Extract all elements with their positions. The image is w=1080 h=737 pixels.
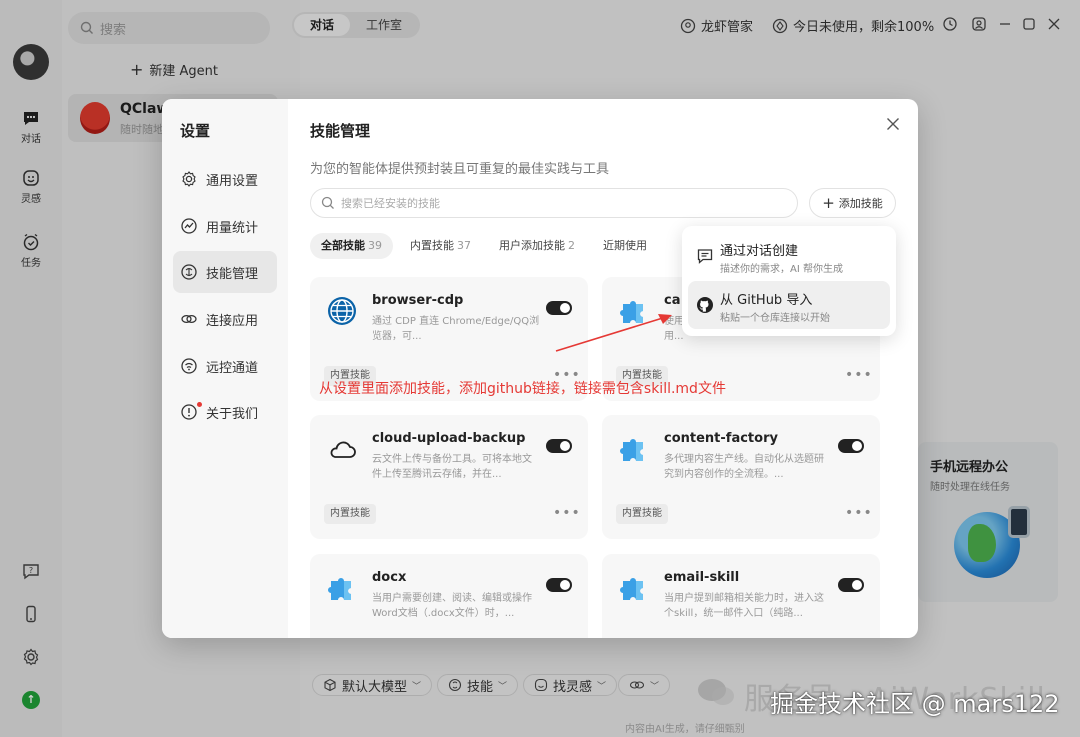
skill-card[interactable]: email-skill 当用户提到邮箱相关能力时，进入这个skill，统一邮件入…: [602, 554, 880, 638]
skill-description: 多代理内容生产线。自动化从选题研究到内容创作的全流程。...: [664, 454, 824, 480]
skill-card[interactable]: docx 当用户需要创建、阅读、编辑或操作Word文档（.docx文件）时，..…: [310, 554, 588, 638]
menu-item-title: 通过对话创建: [720, 244, 799, 259]
skill-toggle[interactable]: [838, 439, 864, 453]
chat-bubble-icon: [697, 249, 713, 264]
chart-icon: [181, 218, 197, 234]
menu-item-subtitle: 粘贴一个仓库连接以开始: [720, 313, 830, 324]
skills-panel: 技能管理 为您的智能体提供预封装且可重复的最佳实践与工具 搜索已经安装的技能 +…: [288, 99, 918, 638]
nav-connect-apps[interactable]: 连接应用: [173, 298, 277, 340]
more-icon[interactable]: •••: [845, 505, 873, 521]
puzzle-icon: [328, 578, 351, 600]
filter-recent-label: 近期使用: [603, 239, 647, 252]
search-icon: [321, 196, 334, 209]
nav-remote-channel[interactable]: 远控通道: [173, 345, 277, 387]
annotation-text: 从设置里面添加技能，添加github链接，链接需包含skill.md文件: [319, 381, 726, 397]
add-skill-button[interactable]: + 添加技能: [809, 188, 896, 218]
filter-user-count: 2: [568, 239, 575, 252]
skill-card[interactable]: cloud-upload-backup 云文件上传与备份工具。可将本地文件上传至…: [310, 415, 588, 539]
skill-name: browser-cdp: [372, 293, 464, 308]
skill-name: cloud-upload-backup: [372, 431, 526, 446]
skill-search-placeholder: 搜索已经安装的技能: [341, 197, 440, 210]
filter-recent[interactable]: 近期使用: [592, 233, 658, 259]
filter-builtin-label: 内置技能: [410, 239, 454, 252]
filter-user-added[interactable]: 用户添加技能 2: [488, 233, 586, 259]
skill-description: 当用户提到邮箱相关能力时，进入这个skill，统一邮件入口（纯路...: [664, 593, 824, 619]
skill-badge: 内置技能: [324, 504, 376, 524]
nav-usage-label: 用量统计: [206, 220, 259, 236]
filter-all-label: 全部技能: [321, 239, 365, 252]
globe-icon: [328, 297, 356, 325]
skill-description: 云文件上传与备份工具。可将本地文件上传至腾讯云存储，并在...: [372, 454, 532, 480]
wechat-logo-icon: [698, 679, 734, 705]
github-icon: [697, 297, 713, 313]
notification-dot: [197, 402, 202, 407]
gear-icon: [182, 171, 196, 187]
info-icon: [181, 404, 197, 420]
annotation-arrow: [555, 314, 672, 352]
credit-watermark: 掘金技术社区 @ mars122: [770, 690, 1060, 718]
nav-usage-stats[interactable]: 用量统计: [173, 205, 277, 247]
menu-item-create-via-chat[interactable]: 通过对话创建 描述你的需求，AI 帮你生成: [688, 232, 890, 280]
nav-connect-label: 连接应用: [206, 313, 259, 329]
skill-card[interactable]: content-factory 多代理内容生产线。自动化从选题研究到内容创作的全…: [602, 415, 880, 539]
skill-name: email-skill: [664, 570, 740, 585]
close-icon[interactable]: [884, 115, 902, 133]
skills-title: 技能管理: [310, 122, 371, 140]
menu-item-import-github[interactable]: 从 GitHub 导入 粘贴一个仓库连接以开始: [688, 281, 890, 329]
settings-title: 设置: [180, 122, 211, 140]
skill-name: docx: [372, 570, 407, 585]
skill-search-input[interactable]: 搜索已经安装的技能: [310, 188, 798, 218]
skill-toggle[interactable]: [546, 439, 572, 453]
remote-icon: [181, 358, 197, 374]
add-skill-menu: 通过对话创建 描述你的需求，AI 帮你生成 从 GitHub 导入 粘贴一个仓库…: [682, 226, 896, 336]
skill-description: 当用户需要创建、阅读、编辑或操作Word文档（.docx文件）时，...: [372, 593, 532, 619]
add-skill-label: 添加技能: [838, 197, 883, 210]
puzzle-icon: [620, 439, 643, 461]
brain-icon: [181, 264, 197, 280]
skill-toggle[interactable]: [838, 578, 864, 592]
skill-toggle[interactable]: [546, 578, 572, 592]
filter-all[interactable]: 全部技能 39: [310, 233, 393, 259]
cloud-icon: [330, 441, 356, 458]
settings-modal: 设置 通用设置 用量统计 技能管理 连接应用 远控通道 关于我们 技能管理 为您…: [162, 99, 918, 638]
skill-description: 通过 CDP 直连 Chrome/Edge/QQ浏览器，可...: [372, 316, 540, 342]
nav-about-us[interactable]: 关于我们: [173, 391, 277, 433]
menu-item-title: 从 GitHub 导入: [720, 293, 813, 308]
skill-badge: 内置技能: [616, 504, 668, 524]
filter-user-label: 用户添加技能: [499, 239, 565, 252]
puzzle-icon: [620, 578, 643, 600]
skills-description: 为您的智能体提供预封装且可重复的最佳实践与工具: [310, 162, 610, 177]
more-icon[interactable]: •••: [845, 367, 873, 383]
nav-skill-management[interactable]: 技能管理: [173, 251, 277, 293]
filter-builtin[interactable]: 内置技能 37: [399, 233, 482, 259]
nav-remote-label: 远控通道: [206, 360, 259, 376]
filter-builtin-count: 37: [457, 239, 471, 252]
nav-skills-label: 技能管理: [206, 266, 259, 282]
filter-all-count: 39: [368, 239, 382, 252]
nav-about-label: 关于我们: [206, 406, 259, 422]
nav-general-settings[interactable]: 通用设置: [173, 158, 277, 200]
settings-nav: 设置 通用设置 用量统计 技能管理 连接应用 远控通道 关于我们: [162, 99, 288, 638]
plus-icon: +: [822, 194, 835, 212]
menu-item-subtitle: 描述你的需求，AI 帮你生成: [720, 264, 843, 275]
skill-filter-tabs: 全部技能 39 内置技能 37 用户添加技能 2 近期使用: [310, 233, 658, 259]
nav-general-label: 通用设置: [206, 173, 259, 189]
skill-name: content-factory: [664, 431, 778, 446]
link-icon: [181, 314, 197, 324]
more-icon[interactable]: •••: [553, 505, 581, 521]
